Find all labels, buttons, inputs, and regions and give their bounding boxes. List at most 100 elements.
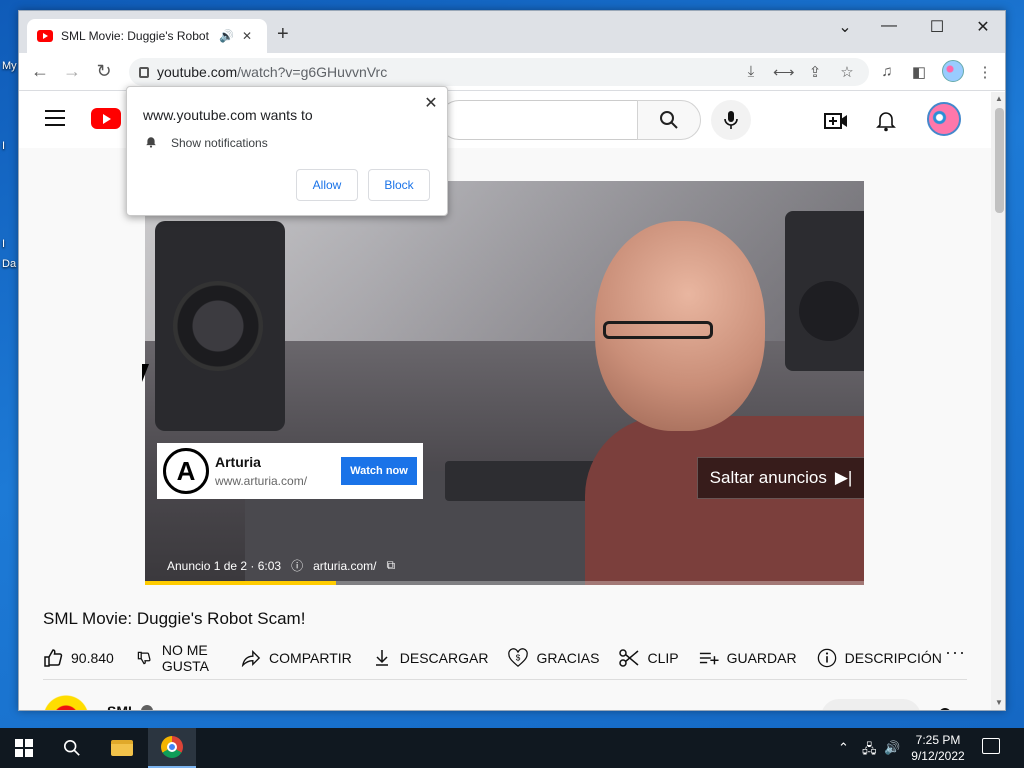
account-avatar[interactable] [927,102,961,136]
channel-bell-icon[interactable] [935,706,955,710]
tab-strip: SML Movie: Duggie's Robot 🔊 ✕ + ⌄ — ☐ ✕ [19,11,1005,53]
hamburger-menu-icon[interactable] [45,110,65,126]
desktop-icon-label[interactable]: My [2,60,17,72]
clock-time: 7:25 PM [915,733,961,747]
profile-avatar[interactable] [942,60,964,82]
thanks-button[interactable]: $ GRACIAS [508,648,599,668]
video-actions: 90.840 NO ME GUSTA COMPARTIR DESCARGAR $… [43,638,991,678]
ad-counter: Anuncio 1 de 2 · 6:03 [167,558,282,573]
create-video-button[interactable] [823,108,849,134]
description-button[interactable]: DESCRIPCIÓN [817,648,942,668]
taskbar-search-button[interactable] [48,728,96,768]
close-tab-icon[interactable]: ✕ [242,29,252,43]
file-explorer-button[interactable] [98,728,146,768]
channel-avatar[interactable] [43,694,89,710]
side-panel-icon[interactable]: ◧ [909,63,929,81]
network-icon[interactable]: 🖧 [862,740,877,762]
download-icon [372,648,392,668]
search-button[interactable] [637,100,701,140]
page-scrollbar[interactable]: ▲ ▼ [991,92,1005,710]
clip-label: CLIP [647,650,679,666]
media-control-icon[interactable]: ♫ [877,63,897,80]
notification-permission-popup: www.youtube.com wants to ✕ Show notifica… [126,86,448,216]
ad-advertiser-name: Arturia [215,454,261,470]
windows-logo-icon [15,739,33,757]
scrollbar-thumb[interactable] [995,108,1004,213]
external-link-icon[interactable]: ⧉ [386,558,395,573]
chrome-icon [161,736,183,758]
forward-button[interactable]: → [61,61,83,82]
scissors-icon [619,648,639,668]
youtube-logo[interactable] [91,108,121,129]
divider [43,679,967,680]
url-text[interactable]: youtube.com/watch?v=g6GHuvvnVrc [157,64,387,80]
video-title: SML Movie: Duggie's Robot Scam! [43,609,306,628]
minimize-button[interactable]: — [877,17,901,35]
like-count: 90.840 [71,650,114,666]
speaker-icon[interactable]: 🔊 [219,29,234,43]
skip-next-icon: ▶| [834,468,853,487]
like-button[interactable]: 90.840 [43,648,114,668]
skip-ads-button[interactable]: Saltar anuncios ▶| [697,457,864,499]
install-app-icon[interactable]: ⤓ [741,63,761,80]
volume-icon[interactable]: 🔊 [884,740,900,756]
search-icon [63,739,80,756]
watch-now-button[interactable]: Watch now [341,457,417,485]
desktop-icon-label[interactable]: I [2,238,5,250]
video-frame-speaker [155,221,285,431]
desktop-icon-label[interactable]: Da [2,258,16,270]
subscribed-button[interactable]: SUSCRITO [821,699,921,710]
notifications-button[interactable] [873,108,899,134]
permission-label: Show notifications [171,136,268,150]
share-label: COMPARTIR [269,650,352,666]
share-icon[interactable]: ⇪ [805,63,825,81]
voice-search-button[interactable] [711,100,751,140]
translate-icon[interactable]: ⟷ [773,63,795,81]
tab-title: SML Movie: Duggie's Robot [61,29,209,43]
allow-button[interactable]: Allow [296,169,358,201]
bell-icon [876,112,896,132]
dislike-label: NO ME GUSTA [161,642,210,674]
search-input[interactable] [439,100,637,140]
scroll-down-arrow-icon[interactable]: ▼ [995,698,1003,707]
ad-overlay-card[interactable]: A Arturia www.arturia.com/ Watch now [157,443,423,499]
close-window-button[interactable]: ✕ [971,17,995,37]
scroll-up-arrow-icon[interactable]: ▲ [995,94,1003,103]
ad-progress-bar[interactable] [145,581,864,585]
info-icon[interactable]: ⓘ [291,557,303,574]
reload-button[interactable]: ↻ [93,61,115,82]
skip-ads-label: Saltar anuncios [709,468,827,487]
tab-search-icon[interactable]: ⌄ [833,17,857,37]
desktop-icon-label[interactable]: I [2,140,5,152]
share-button[interactable]: COMPARTIR [241,648,352,668]
close-popup-icon[interactable]: ✕ [423,93,439,113]
new-tab-button[interactable]: + [277,23,289,46]
clip-button[interactable]: CLIP [619,648,679,668]
taskbar: ⌃ 🖧 🔊 7:25 PM 9/12/2022 [0,728,1024,768]
bell-icon [145,135,157,151]
download-label: DESCARGAR [399,650,489,666]
chrome-taskbar-button[interactable] [148,728,196,768]
channel-name[interactable]: SML [107,703,153,710]
menu-kebab-icon[interactable]: ⋮ [975,63,995,81]
block-button[interactable]: Block [368,169,430,201]
dislike-button[interactable]: NO ME GUSTA [134,642,209,674]
ad-link[interactable]: arturia.com/ [313,559,376,573]
video-player[interactable]: A Arturia www.arturia.com/ Watch now Sal… [145,181,864,585]
taskbar-clock[interactable]: 7:25 PM 9/12/2022 [906,732,970,764]
tray-overflow-icon[interactable]: ⌃ [838,740,849,756]
bookmark-star-icon[interactable]: ☆ [837,63,857,81]
share-arrow-icon [241,648,261,668]
more-actions-button[interactable]: ··· [945,642,966,663]
back-button[interactable]: ← [29,61,51,82]
save-button[interactable]: GUARDAR [699,648,797,668]
download-button[interactable]: DESCARGAR [372,648,489,668]
search-icon [660,111,678,129]
maximize-button[interactable]: ☐ [925,17,949,37]
action-center-icon[interactable] [982,738,1000,754]
start-button[interactable] [0,728,48,768]
arturia-logo-icon: A [163,448,209,494]
microphone-icon [724,111,738,129]
browser-tab[interactable]: SML Movie: Duggie's Robot 🔊 ✕ [27,19,267,53]
lock-icon[interactable] [139,66,149,78]
